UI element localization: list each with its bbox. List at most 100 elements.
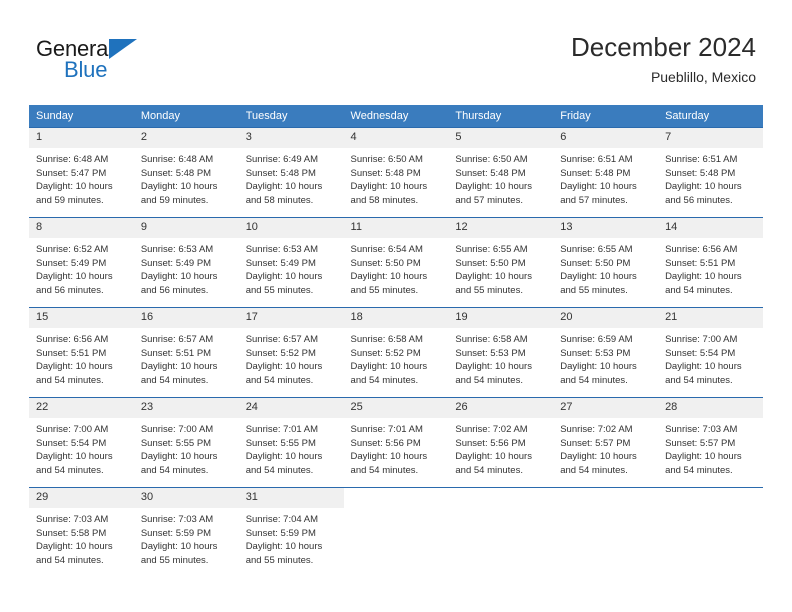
title-block: December 2024 Pueblillo, Mexico bbox=[571, 30, 756, 88]
day-details: Sunrise: 7:04 AM Sunset: 5:59 PM Daylight:… bbox=[239, 508, 344, 567]
daylight-duration-line1: Daylight: 10 hours bbox=[560, 181, 637, 193]
daylight-duration-line1: Daylight: 10 hours bbox=[245, 361, 323, 373]
calendar-day-cell[interactable]: 19 Sunrise: 6:58 AM Sunset: 5:53 PM Dayligh… bbox=[448, 307, 554, 398]
calendar-day-cell[interactable]: 14 Sunrise: 6:56 AM Sunset: 5:51 PM Dayligh… bbox=[658, 217, 763, 308]
sunrise-time: Sunrise: 6:57 AM bbox=[140, 334, 214, 345]
daylight-duration-line1: Daylight: 10 hours bbox=[350, 181, 428, 193]
calendar-day-cell[interactable]: 24 Sunrise: 7:01 AM Sunset: 5:55 PM Dayligh… bbox=[238, 397, 344, 488]
daylight-duration-line2: and 54 minutes. bbox=[36, 374, 104, 386]
day-details: Sunrise: 7:01 AM Sunset: 5:55 PM Daylight:… bbox=[239, 418, 344, 477]
day-details: Sunrise: 7:02 AM Sunset: 5:56 PM Daylight:… bbox=[448, 418, 553, 477]
day-details: Sunrise: 6:56 AM Sunset: 5:51 PM Daylight:… bbox=[29, 328, 134, 387]
sunrise-time: Sunrise: 7:03 AM bbox=[665, 424, 738, 435]
calendar-day-cell[interactable]: 1 Sunrise: 6:48 AM Sunset: 5:47 PM Daylight… bbox=[29, 127, 134, 218]
day-cell-inner: 14 Sunrise: 6:56 AM Sunset: 5:51 PM Dayligh… bbox=[658, 218, 763, 307]
calendar-day-cell[interactable]: 6 Sunrise: 6:51 AM Sunset: 5:48 PM Daylight… bbox=[553, 127, 659, 218]
calendar-day-cell[interactable]: 2 Sunrise: 6:48 AM Sunset: 5:48 PM Daylight… bbox=[133, 127, 239, 218]
day-number: 16 bbox=[133, 308, 239, 328]
calendar-day-cell[interactable]: 4 Sunrise: 6:50 AM Sunset: 5:48 PM Daylight… bbox=[343, 127, 449, 218]
calendar-day-cell[interactable]: 7 Sunrise: 6:51 AM Sunset: 5:48 PM Daylight… bbox=[658, 127, 763, 218]
daylight-duration-line2: and 54 minutes. bbox=[350, 464, 419, 476]
sunset-time: Sunset: 5:50 PM bbox=[455, 257, 526, 269]
calendar-day-cell[interactable]: 29 Sunrise: 7:03 AM Sunset: 5:58 PM Dayligh… bbox=[29, 487, 134, 577]
daylight-duration-line2: and 56 minutes. bbox=[665, 194, 733, 206]
day-number: 25 bbox=[343, 398, 449, 418]
day-number: 1 bbox=[29, 128, 134, 148]
calendar-grid: Sunday Monday Tuesday Wednesday Thursday… bbox=[29, 105, 763, 577]
calendar-day-cell[interactable]: 22 Sunrise: 7:00 AM Sunset: 5:54 PM Dayligh… bbox=[29, 397, 134, 488]
day-number: 17 bbox=[238, 308, 344, 328]
daylight-duration-line1: Daylight: 10 hours bbox=[245, 181, 323, 193]
calendar-day-cell[interactable]: 10 Sunrise: 6:53 AM Sunset: 5:49 PM Dayligh… bbox=[238, 217, 344, 308]
brand-logo[interactable]: General Blue bbox=[36, 36, 256, 88]
sunset-time: Sunset: 5:55 PM bbox=[140, 437, 212, 449]
sunrise-time: Sunrise: 6:59 AM bbox=[560, 334, 633, 345]
sunset-time: Sunset: 5:50 PM bbox=[350, 257, 421, 269]
day-details: Sunrise: 7:01 AM Sunset: 5:56 PM Daylight:… bbox=[344, 418, 449, 477]
daylight-duration-line2: and 54 minutes. bbox=[455, 464, 523, 476]
calendar-day-cell[interactable]: 3 Sunrise: 6:49 AM Sunset: 5:48 PM Daylight… bbox=[238, 127, 344, 218]
calendar-day-cell[interactable]: 11 Sunrise: 6:54 AM Sunset: 5:50 PM Dayligh… bbox=[343, 217, 449, 308]
day-number bbox=[448, 488, 554, 497]
calendar-day-cell[interactable]: 17 Sunrise: 6:57 AM Sunset: 5:52 PM Dayligh… bbox=[238, 307, 344, 398]
calendar-day-cell[interactable]: 16 Sunrise: 6:57 AM Sunset: 5:51 PM Dayligh… bbox=[133, 307, 239, 398]
calendar-day-cell[interactable]: 13 Sunrise: 6:55 AM Sunset: 5:50 PM Dayligh… bbox=[553, 217, 659, 308]
daylight-duration-line1: Daylight: 10 hours bbox=[665, 181, 742, 193]
day-number: 7 bbox=[658, 128, 763, 148]
calendar-day-cell[interactable]: 15 Sunrise: 6:56 AM Sunset: 5:51 PM Dayligh… bbox=[29, 307, 134, 398]
daylight-duration-line1: Daylight: 10 hours bbox=[560, 451, 637, 463]
sunrise-time: Sunrise: 6:51 AM bbox=[560, 154, 633, 165]
sunrise-time: Sunrise: 7:03 AM bbox=[140, 514, 214, 525]
brand-name-blue: Blue bbox=[64, 57, 108, 82]
calendar-week-row: 8 Sunrise: 6:52 AM Sunset: 5:49 PM Daylight… bbox=[29, 217, 763, 308]
day-details: Sunrise: 6:48 AM Sunset: 5:48 PM Daylight:… bbox=[134, 148, 239, 207]
calendar-day-cell[interactable]: 30 Sunrise: 7:03 AM Sunset: 5:59 PM Dayligh… bbox=[133, 487, 239, 577]
calendar-day-cell[interactable]: 26 Sunrise: 7:02 AM Sunset: 5:56 PM Dayligh… bbox=[448, 397, 554, 488]
calendar-day-cell[interactable]: 28 Sunrise: 7:03 AM Sunset: 5:57 PM Dayligh… bbox=[658, 397, 763, 488]
sunset-time: Sunset: 5:55 PM bbox=[245, 437, 316, 449]
calendar-day-cell[interactable]: 5 Sunrise: 6:50 AM Sunset: 5:48 PM Daylight… bbox=[448, 127, 554, 218]
calendar-day-cell[interactable]: 12 Sunrise: 6:55 AM Sunset: 5:50 PM Dayligh… bbox=[448, 217, 554, 308]
calendar-day-cell[interactable]: 18 Sunrise: 6:58 AM Sunset: 5:52 PM Dayligh… bbox=[343, 307, 449, 398]
day-details: Sunrise: 7:02 AM Sunset: 5:57 PM Daylight:… bbox=[553, 418, 658, 477]
day-cell-inner: 7 Sunrise: 6:51 AM Sunset: 5:48 PM Daylight… bbox=[658, 128, 763, 217]
sunset-time: Sunset: 5:51 PM bbox=[665, 257, 736, 269]
calendar-day-cell[interactable]: 20 Sunrise: 6:59 AM Sunset: 5:53 PM Dayligh… bbox=[553, 307, 659, 398]
calendar-day-cell[interactable]: 31 Sunrise: 7:04 AM Sunset: 5:59 PM Dayligh… bbox=[238, 487, 344, 577]
sunset-time: Sunset: 5:53 PM bbox=[455, 347, 526, 359]
sunset-time: Sunset: 5:51 PM bbox=[36, 347, 107, 359]
daylight-duration-line2: and 55 minutes. bbox=[455, 284, 523, 296]
day-number: 2 bbox=[133, 128, 239, 148]
day-details: Sunrise: 7:03 AM Sunset: 5:59 PM Daylight:… bbox=[134, 508, 239, 567]
day-details: Sunrise: 7:00 AM Sunset: 5:54 PM Daylight:… bbox=[29, 418, 134, 477]
sunset-time: Sunset: 5:49 PM bbox=[36, 257, 107, 269]
day-cell-inner: 22 Sunrise: 7:00 AM Sunset: 5:54 PM Dayligh… bbox=[29, 398, 134, 487]
calendar-day-cell[interactable]: 21 Sunrise: 7:00 AM Sunset: 5:54 PM Dayligh… bbox=[658, 307, 763, 398]
sunset-time: Sunset: 5:56 PM bbox=[455, 437, 526, 449]
daylight-duration-line2: and 58 minutes. bbox=[245, 194, 314, 206]
sunset-time: Sunset: 5:48 PM bbox=[665, 167, 736, 179]
calendar-day-cell[interactable]: 9 Sunrise: 6:53 AM Sunset: 5:49 PM Daylight… bbox=[133, 217, 239, 308]
day-details: Sunrise: 6:52 AM Sunset: 5:49 PM Daylight:… bbox=[29, 238, 134, 297]
daylight-duration-line2: and 56 minutes. bbox=[36, 284, 104, 296]
day-cell-inner bbox=[658, 488, 763, 577]
calendar-day-cell[interactable]: 25 Sunrise: 7:01 AM Sunset: 5:56 PM Dayligh… bbox=[343, 397, 449, 488]
sunrise-time: Sunrise: 6:51 AM bbox=[665, 154, 738, 165]
daylight-duration-line1: Daylight: 10 hours bbox=[665, 271, 742, 283]
daylight-duration-line2: and 54 minutes. bbox=[245, 374, 314, 386]
daylight-duration-line1: Daylight: 10 hours bbox=[36, 451, 113, 463]
calendar-day-cell[interactable]: 27 Sunrise: 7:02 AM Sunset: 5:57 PM Dayligh… bbox=[553, 397, 659, 488]
day-cell-inner: 16 Sunrise: 6:57 AM Sunset: 5:51 PM Dayligh… bbox=[133, 308, 239, 397]
sunset-time: Sunset: 5:47 PM bbox=[36, 167, 107, 179]
calendar-table: Sunday Monday Tuesday Wednesday Thursday… bbox=[29, 105, 763, 577]
calendar-day-cell[interactable]: 8 Sunrise: 6:52 AM Sunset: 5:49 PM Daylight… bbox=[29, 217, 134, 308]
day-cell-inner: 10 Sunrise: 6:53 AM Sunset: 5:49 PM Dayligh… bbox=[238, 218, 344, 307]
calendar-header-row: Sunday Monday Tuesday Wednesday Thursday… bbox=[29, 105, 763, 128]
daylight-duration-line1: Daylight: 10 hours bbox=[560, 271, 637, 283]
calendar-day-cell[interactable]: 23 Sunrise: 7:00 AM Sunset: 5:55 PM Dayligh… bbox=[133, 397, 239, 488]
daylight-duration-line1: Daylight: 10 hours bbox=[36, 181, 113, 193]
daylight-duration-line1: Daylight: 10 hours bbox=[36, 271, 113, 283]
sunset-time: Sunset: 5:50 PM bbox=[560, 257, 631, 269]
sunset-time: Sunset: 5:59 PM bbox=[140, 527, 212, 539]
day-cell-inner: 29 Sunrise: 7:03 AM Sunset: 5:58 PM Dayligh… bbox=[29, 488, 134, 577]
